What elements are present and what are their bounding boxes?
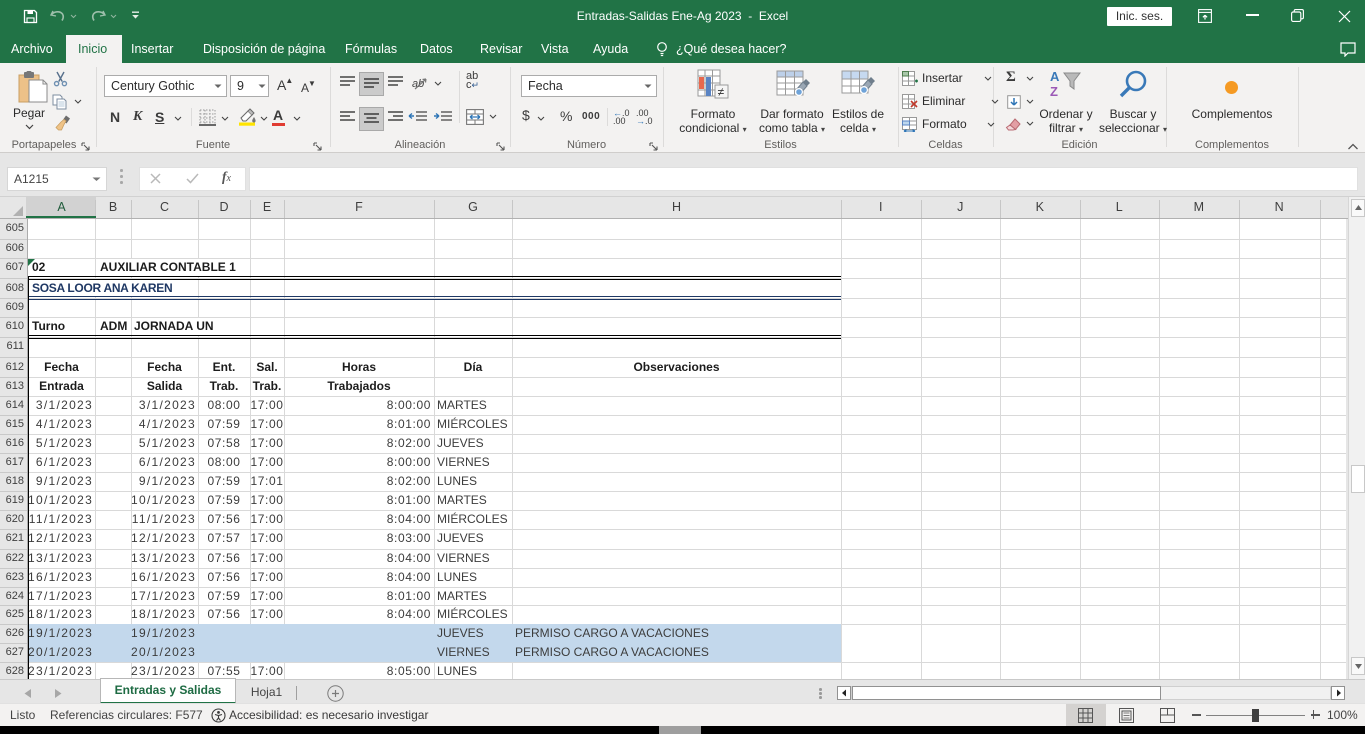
svg-text:≠: ≠ [718,85,725,99]
svg-text:Z: Z [1050,84,1058,99]
svg-text:ab: ab [412,78,424,90]
svg-text:A: A [1050,69,1060,84]
